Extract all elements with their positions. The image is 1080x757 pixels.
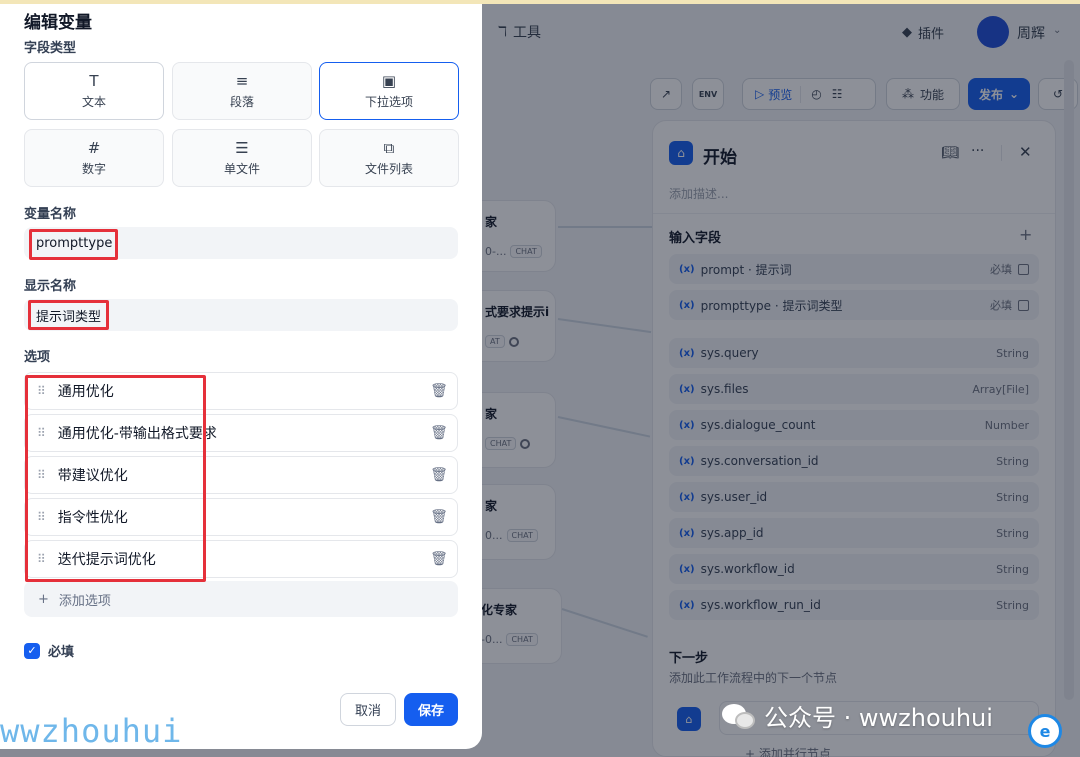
top-stripe [0, 0, 1080, 4]
type-option-file-list[interactable]: ⧉ 文件列表 [319, 129, 459, 187]
options-label: 选项 [24, 350, 51, 365]
watermark-right: 公众号 · wwzhouhui [722, 698, 993, 733]
file-icon: ☰ [235, 138, 249, 157]
select-icon: ▣ [381, 71, 397, 90]
type-option-number[interactable]: # 数字 [24, 129, 164, 187]
annotation-box-variable-name [29, 229, 118, 260]
type-option-text[interactable]: T 文本 [24, 62, 164, 120]
required-label: 必填 [48, 645, 75, 660]
corner-logo-icon: e [1028, 714, 1062, 748]
variable-name-label: 变量名称 [24, 207, 77, 222]
plus-icon: + [38, 591, 49, 607]
cancel-button[interactable]: 取消 [340, 693, 396, 726]
type-option-label: 单文件 [223, 161, 260, 176]
save-button[interactable]: 保存 [404, 693, 458, 726]
type-option-label: 数字 [81, 161, 106, 176]
type-option-label: 段落 [229, 94, 254, 109]
required-toggle[interactable]: ✓ 必填 [24, 641, 74, 660]
file-list-icon: ⧉ [383, 138, 395, 157]
type-option-label: 文件列表 [364, 161, 413, 176]
type-option-label: 文本 [81, 94, 106, 109]
add-option-button[interactable]: + 添加选项 [24, 581, 458, 617]
trash-icon[interactable]: 🗑︎ [421, 383, 457, 399]
text-type-icon: T [89, 71, 99, 90]
modal-title: 编辑变量 [24, 13, 92, 33]
type-option-select[interactable]: ▣ 下拉选项 [319, 62, 459, 120]
paragraph-icon: ≡ [235, 71, 249, 90]
trash-icon[interactable]: 🗑︎ [421, 467, 457, 483]
type-option-paragraph[interactable]: ≡ 段落 [172, 62, 312, 120]
type-option-label: 下拉选项 [364, 94, 413, 109]
watermark-left: wwzhouhui [0, 712, 183, 750]
annotation-box-options [25, 375, 206, 582]
trash-icon[interactable]: 🗑︎ [421, 509, 457, 525]
trash-icon[interactable]: 🗑︎ [421, 551, 457, 567]
watermark-right-text: 公众号 · wwzhouhui [764, 704, 993, 732]
wechat-icon [722, 702, 756, 730]
annotation-box-display-name [28, 300, 109, 330]
number-icon: # [87, 138, 101, 157]
field-type-label: 字段类型 [24, 41, 77, 56]
required-checkbox[interactable]: ✓ [24, 642, 40, 659]
add-option-label: 添加选项 [58, 593, 111, 609]
type-option-single-file[interactable]: ☰ 单文件 [172, 129, 312, 187]
display-name-label: 显示名称 [24, 279, 77, 294]
trash-icon[interactable]: 🗑︎ [421, 425, 457, 441]
